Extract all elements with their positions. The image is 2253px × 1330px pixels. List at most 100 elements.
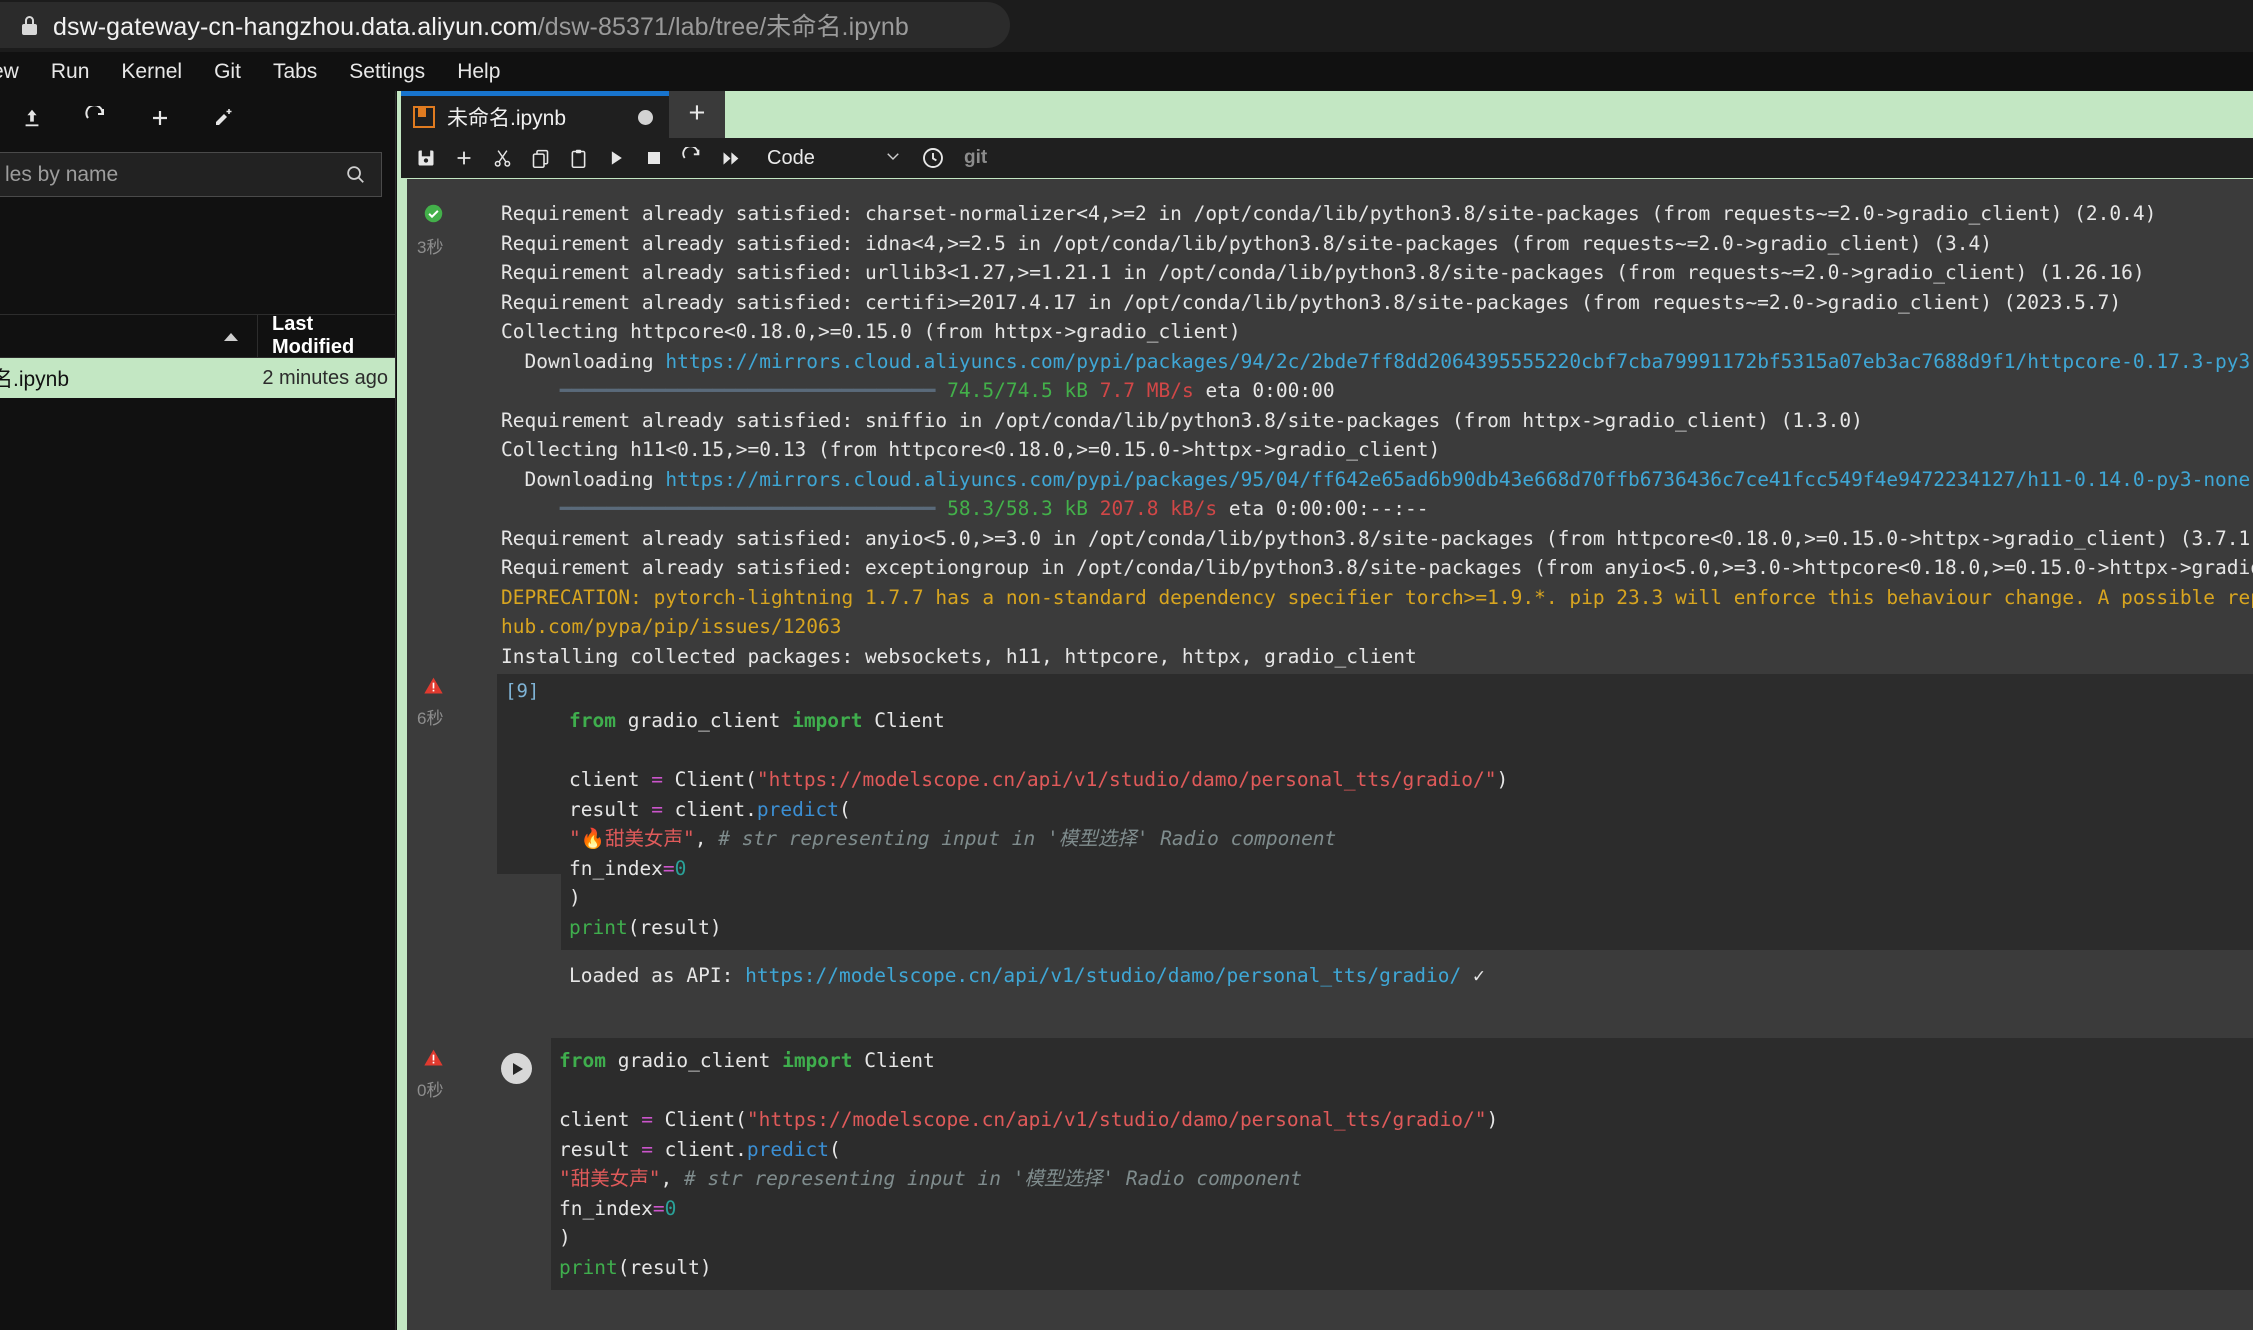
- copy-icon[interactable]: [521, 138, 559, 178]
- cut-icon[interactable]: [483, 138, 521, 178]
- out-line: Requirement already satisfied: exception…: [501, 556, 2253, 579]
- output-loaded-line: Loaded as API: https://modelscope.cn/api…: [569, 961, 1485, 991]
- notebook-toolbar: Code git: [401, 138, 2253, 178]
- unsaved-dot-icon[interactable]: [638, 109, 653, 125]
- jupyterlab-app: ew Run Kernel Git Tabs Settings Help: [0, 52, 2253, 1330]
- menu-item-help[interactable]: Help: [441, 52, 516, 91]
- code-method-predict: predict: [746, 1137, 830, 1161]
- notebook-scroll-area[interactable]: 3秒 Requirement already satisfied: charse…: [401, 179, 2253, 1330]
- out-line-progress-1: ━━━━━━━━━━━━━━━━━━━━━━━━━━━━━━━━ 74.5/74…: [501, 379, 1335, 402]
- sort-ascending-icon: [224, 333, 238, 341]
- search-input[interactable]: [0, 152, 382, 197]
- code-arg-string: "🔥甜美女声": [569, 827, 695, 850]
- output-check-icon: ✓: [1461, 964, 1485, 987]
- menu-bar: ew Run Kernel Git Tabs Settings Help: [0, 52, 2253, 91]
- code-print: print: [559, 1255, 618, 1279]
- out-line: Collecting httpcore<0.18.0,>=0.15.0 (fro…: [501, 320, 1241, 343]
- code-op: =: [662, 856, 675, 880]
- menu-item-run[interactable]: Run: [35, 52, 106, 91]
- column-header-name[interactable]: [0, 315, 258, 357]
- menu-item-git[interactable]: Git: [198, 52, 257, 91]
- code-var-result: result: [559, 1137, 642, 1161]
- output-loaded-prefix: Loaded as API:: [569, 964, 746, 987]
- run-cell-button[interactable]: [501, 1053, 532, 1084]
- tab-label: 未命名.ipynb: [447, 107, 567, 130]
- cell-type-dropdown[interactable]: Code: [767, 147, 902, 170]
- tab-notebook[interactable]: 未命名.ipynb: [401, 91, 669, 138]
- code-obj: client.: [662, 797, 757, 821]
- menu-item-kernel[interactable]: Kernel: [105, 52, 198, 91]
- paste-icon[interactable]: [559, 138, 597, 178]
- cell-type-value: Code: [767, 146, 815, 169]
- chevron-down-icon: [884, 147, 902, 170]
- file-browser-toolbar: [0, 91, 395, 144]
- code-print-args: (result): [617, 1255, 712, 1279]
- out-line: Requirement already satisfied: anyio<5.0…: [501, 526, 2253, 550]
- notebook-icon: [413, 106, 435, 128]
- new-folder-icon[interactable]: [192, 91, 256, 144]
- code-op: =: [641, 1137, 653, 1161]
- code-call: Client(: [662, 768, 757, 791]
- cell-exec-time: 6秒: [417, 709, 444, 728]
- code-kw-import: import: [792, 709, 863, 732]
- code-number: 0: [664, 1196, 677, 1220]
- out-line-progress-2: ━━━━━━━━━━━━━━━━━━━━━━━━━━━━━━━━ 58.3/58…: [501, 497, 1429, 520]
- new-launcher-icon[interactable]: [128, 91, 192, 144]
- code-class: Client: [862, 709, 945, 732]
- column-header-last-modified[interactable]: Last Modified: [258, 313, 395, 359]
- cell-exec-time: 3秒: [417, 238, 444, 257]
- code-paren: ): [1496, 768, 1509, 791]
- notebook-cell[interactable]: 0秒 from gradio_client import Client clie…: [401, 1034, 2253, 1330]
- browser-url-bar: dsw-gateway-cn-hangzhou.data.aliyun.com/…: [0, 0, 2253, 52]
- lock-icon: [22, 15, 37, 35]
- code-paren: ): [1486, 1108, 1499, 1131]
- code-var-result: result: [569, 797, 652, 821]
- code-kw-from: from: [569, 709, 616, 732]
- cell-execution-prompt: [9]: [505, 680, 540, 702]
- progress-eta: eta 0:00:00:--:--: [1228, 497, 1429, 520]
- notebook-cell[interactable]: 6秒 [9] from gradio_client import Client …: [401, 674, 2253, 1242]
- code-method-predict: predict: [756, 797, 840, 821]
- code-url-string: "https://modelscope.cn/api/v1/studio/dam…: [756, 768, 1497, 791]
- menu-item-settings[interactable]: Settings: [333, 52, 441, 91]
- restart-run-all-icon[interactable]: [711, 138, 749, 178]
- out-line-download-2: Downloading https://mirrors.cloud.aliyun…: [501, 467, 2253, 491]
- code-obj: client.: [652, 1137, 747, 1161]
- upload-icon[interactable]: [0, 91, 64, 144]
- code-op: =: [641, 1108, 653, 1131]
- file-name: 名.ipynb: [0, 368, 70, 391]
- menu-item-tabs[interactable]: Tabs: [257, 52, 333, 91]
- stop-icon[interactable]: [635, 138, 673, 178]
- git-status-label[interactable]: git: [964, 147, 987, 169]
- code-comment: # str representing input in '模型选择' Radio…: [683, 1167, 1303, 1190]
- out-line: Requirement already satisfied: urllib3<1…: [501, 261, 2145, 284]
- clock-icon[interactable]: [914, 138, 952, 178]
- code-kw-import: import: [782, 1049, 853, 1072]
- insert-cell-icon[interactable]: [445, 138, 483, 178]
- progress-size: 58.3/58.3 kB: [947, 497, 1089, 520]
- code-comment: # str representing input in '模型选择' Radio…: [718, 827, 1337, 850]
- restart-kernel-icon[interactable]: [673, 138, 711, 178]
- code-module: gradio_client: [615, 709, 793, 732]
- out-line-deprecation: DEPRECATION: pytorch-lightning 1.7.7 has…: [501, 585, 2253, 609]
- main-dock-area: 未命名.ipynb + Code git 3秒 Requirement alre…: [397, 91, 2253, 1330]
- menu-item-view[interactable]: ew: [0, 52, 35, 91]
- code-paren: (: [829, 1137, 841, 1161]
- cell-code-editor[interactable]: from gradio_client import Client client …: [551, 1038, 2253, 1290]
- run-icon[interactable]: [597, 138, 635, 178]
- out-line-download-1: Downloading https://mirrors.cloud.aliyun…: [501, 349, 2253, 373]
- code-number: 0: [674, 856, 687, 880]
- tab-bar: 未命名.ipynb +: [397, 91, 2253, 138]
- code-arg-string: "甜美女声": [559, 1167, 661, 1190]
- refresh-icon[interactable]: [64, 91, 128, 144]
- success-check-icon: [423, 203, 444, 229]
- url-path: /dsw-85371/lab/tree/未命名.ipynb: [537, 13, 909, 41]
- code-class: Client: [852, 1049, 935, 1072]
- file-list-item[interactable]: 名.ipynb 2 minutes ago: [0, 358, 395, 398]
- new-tab-button[interactable]: +: [669, 91, 725, 138]
- url-pill[interactable]: dsw-gateway-cn-hangzhou.data.aliyun.com/…: [0, 2, 1010, 48]
- code-call: Client(: [652, 1108, 747, 1131]
- out-line: Requirement already satisfied: charset-n…: [501, 202, 2157, 225]
- save-icon[interactable]: [407, 138, 445, 178]
- search-icon: [344, 163, 366, 190]
